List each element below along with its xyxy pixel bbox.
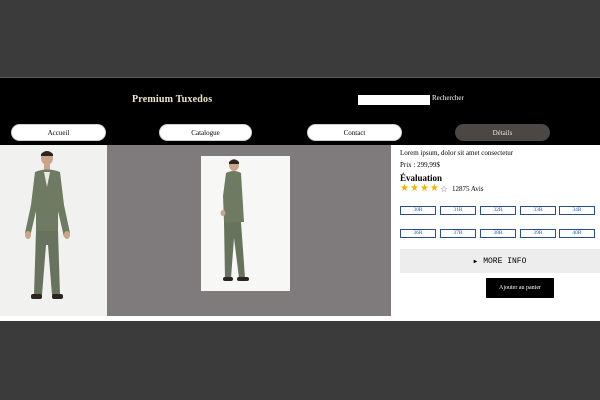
product-description: Lorem ipsum, dolor sit amet consectetur	[400, 149, 514, 157]
size-option[interactable]: 30R	[400, 206, 436, 215]
add-to-cart-button[interactable]: Ajouter au panier	[486, 278, 554, 298]
top-backdrop	[0, 0, 600, 77]
nav-home[interactable]: Accueil	[11, 124, 106, 141]
suit-model-side-image	[220, 159, 249, 281]
size-option[interactable]: 40R	[559, 229, 595, 238]
nav-details[interactable]: Détails	[455, 124, 550, 141]
size-option[interactable]: 36R	[400, 229, 436, 238]
rating-stars: ★ ★ ★ ★ ☆ 12875 Avis	[400, 183, 484, 195]
size-option[interactable]: 32R	[480, 206, 516, 215]
size-option[interactable]: 31R	[440, 206, 476, 215]
product-details: Lorem ipsum, dolor sit amet consectetur …	[400, 145, 600, 321]
brand-logo[interactable]: Premium Tuxedos	[132, 94, 212, 105]
star-filled-icon: ★	[400, 183, 409, 194]
size-option[interactable]: 39R	[520, 229, 556, 238]
review-count: 12875 Avis	[451, 185, 484, 193]
product-section: Lorem ipsum, dolor sit amet consectetur …	[0, 145, 600, 321]
search-input[interactable]	[358, 95, 430, 105]
size-option[interactable]: 38R	[480, 229, 516, 238]
more-info-toggle[interactable]: ▶ MORE INFO	[400, 249, 600, 273]
main-nav: Accueil Catalogue Contact Détails	[0, 121, 600, 145]
nav-catalogue[interactable]: Catalogue	[159, 124, 252, 141]
triangle-right-icon: ▶	[473, 257, 478, 265]
suit-model-front-image	[25, 151, 70, 299]
product-photo-main[interactable]	[0, 145, 107, 316]
star-filled-icon: ★	[419, 183, 429, 194]
rating-heading: Évaluation	[400, 173, 443, 183]
more-info-label: MORE INFO	[483, 256, 527, 266]
gallery-viewer	[107, 145, 391, 316]
search-button[interactable]: Rechercher	[432, 94, 464, 102]
nav-contact[interactable]: Contact	[307, 124, 402, 141]
star-filled-icon: ★	[429, 183, 439, 194]
bottom-backdrop	[0, 323, 600, 400]
size-option[interactable]: 34R	[559, 206, 595, 215]
product-price: Prix : 299,99$	[400, 161, 440, 169]
star-filled-icon: ★	[409, 183, 419, 194]
size-option[interactable]: 37R	[440, 229, 476, 238]
site-header: Premium Tuxedos Rechercher	[0, 77, 600, 121]
size-option[interactable]: 33R	[520, 206, 556, 215]
product-photo-side[interactable]	[201, 156, 290, 291]
star-empty-icon: ☆	[439, 184, 448, 194]
